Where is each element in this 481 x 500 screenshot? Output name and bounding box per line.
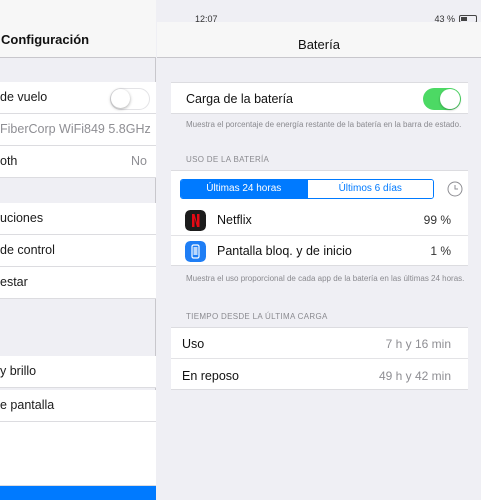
battery-usage-card: Últimas 24 horas Últimos 6 días Netflix …: [171, 170, 468, 266]
status-bar: 12:07 43 %: [157, 0, 481, 24]
standby-time-label: En reposo: [182, 369, 239, 383]
sidebar-item-label: de control: [0, 243, 55, 257]
since-last-charge-card: Uso 7 h y 16 min En reposo 49 h y 42 min: [171, 327, 468, 390]
battery-percentage-toggle[interactable]: [423, 88, 461, 110]
clock-icon[interactable]: [447, 181, 463, 197]
sidebar-item-label: uciones: [0, 211, 44, 225]
page-title: Batería: [298, 37, 340, 52]
since-charge-section-header: TIEMPO DESDE LA ÚLTIMA CARGA: [186, 312, 328, 321]
sidebar-item-label: y brillo: [0, 364, 37, 378]
sidebar-item-value: No: [131, 154, 147, 168]
usage-time-label: Uso: [182, 337, 205, 351]
sidebar-item-label: e pantalla: [0, 398, 55, 412]
sidebar-item-blank[interactable]: [0, 422, 156, 486]
nav-bar: Batería: [157, 22, 481, 58]
sidebar-item-airplane-mode[interactable]: de vuelo: [0, 82, 156, 114]
sidebar-title: Configuración: [1, 32, 90, 47]
battery-percentage-row: Carga de la batería: [171, 82, 468, 114]
sidebar-item-control-center[interactable]: de control: [0, 235, 156, 267]
battery-pane: 12:07 43 % Batería Carga de la batería M…: [157, 0, 481, 500]
sidebar-item-label: de vuelo: [0, 90, 48, 104]
sidebar-header: Configuración: [0, 0, 156, 58]
toggle-knob: [440, 89, 460, 109]
sidebar-item-notifications[interactable]: uciones: [0, 203, 156, 235]
ipad-screen: Configuración de vuelo FiberCorp WiFi849…: [0, 0, 481, 500]
app-percent: 1 %: [430, 244, 451, 258]
app-name: Netflix: [217, 213, 252, 227]
usage-time-value: 7 h y 16 min: [385, 337, 451, 351]
usage-section-header: USO DE LA BATERÍA: [186, 155, 270, 164]
standby-time-row: En reposo 49 h y 42 min: [171, 360, 468, 391]
app-percent: 99 %: [423, 213, 451, 227]
airplane-mode-toggle[interactable]: [110, 88, 150, 110]
segment-last-6-days[interactable]: Últimos 6 días: [306, 180, 433, 198]
battery-percentage-note: Muestra el porcentaje de energía restant…: [186, 120, 462, 129]
battery-percentage-label: Carga de la batería: [186, 92, 294, 106]
battery-fill: [461, 17, 467, 21]
sidebar-item-do-not-disturb[interactable]: estar: [0, 267, 156, 299]
netflix-icon: [185, 210, 206, 231]
segment-last-24-hours[interactable]: Últimas 24 horas: [181, 180, 307, 198]
time-range-segmented-control: Últimas 24 horas Últimos 6 días: [180, 179, 434, 199]
usage-time-row: Uso 7 h y 16 min: [171, 328, 468, 359]
sidebar-item-label: oth: [0, 154, 18, 168]
sidebar-item-wallpaper[interactable]: e pantalla: [0, 390, 156, 422]
sidebar-item-bluetooth[interactable]: oth No: [0, 146, 156, 178]
sidebar-item-label: FiberCorp WiFi849 5.8GHz: [0, 122, 151, 136]
usage-note: Muestra el uso proporcional de cada app …: [186, 274, 465, 283]
sidebar-item-label: estar: [0, 275, 28, 289]
sidebar-item-display-brightness[interactable]: y brillo: [0, 356, 156, 388]
app-usage-row[interactable]: Pantalla bloq. y de inicio 1 %: [171, 236, 468, 267]
standby-time-value: 49 h y 42 min: [378, 369, 451, 383]
toggle-knob: [111, 89, 130, 108]
sidebar-selected-item[interactable]: [0, 486, 156, 500]
app-name: Pantalla bloq. y de inicio: [217, 244, 352, 258]
app-usage-row[interactable]: Netflix 99 %: [171, 205, 468, 236]
settings-sidebar: Configuración de vuelo FiberCorp WiFi849…: [0, 0, 156, 500]
sidebar-item-wifi[interactable]: FiberCorp WiFi849 5.8GHz: [0, 114, 156, 146]
home-lock-screen-icon: [185, 241, 206, 262]
